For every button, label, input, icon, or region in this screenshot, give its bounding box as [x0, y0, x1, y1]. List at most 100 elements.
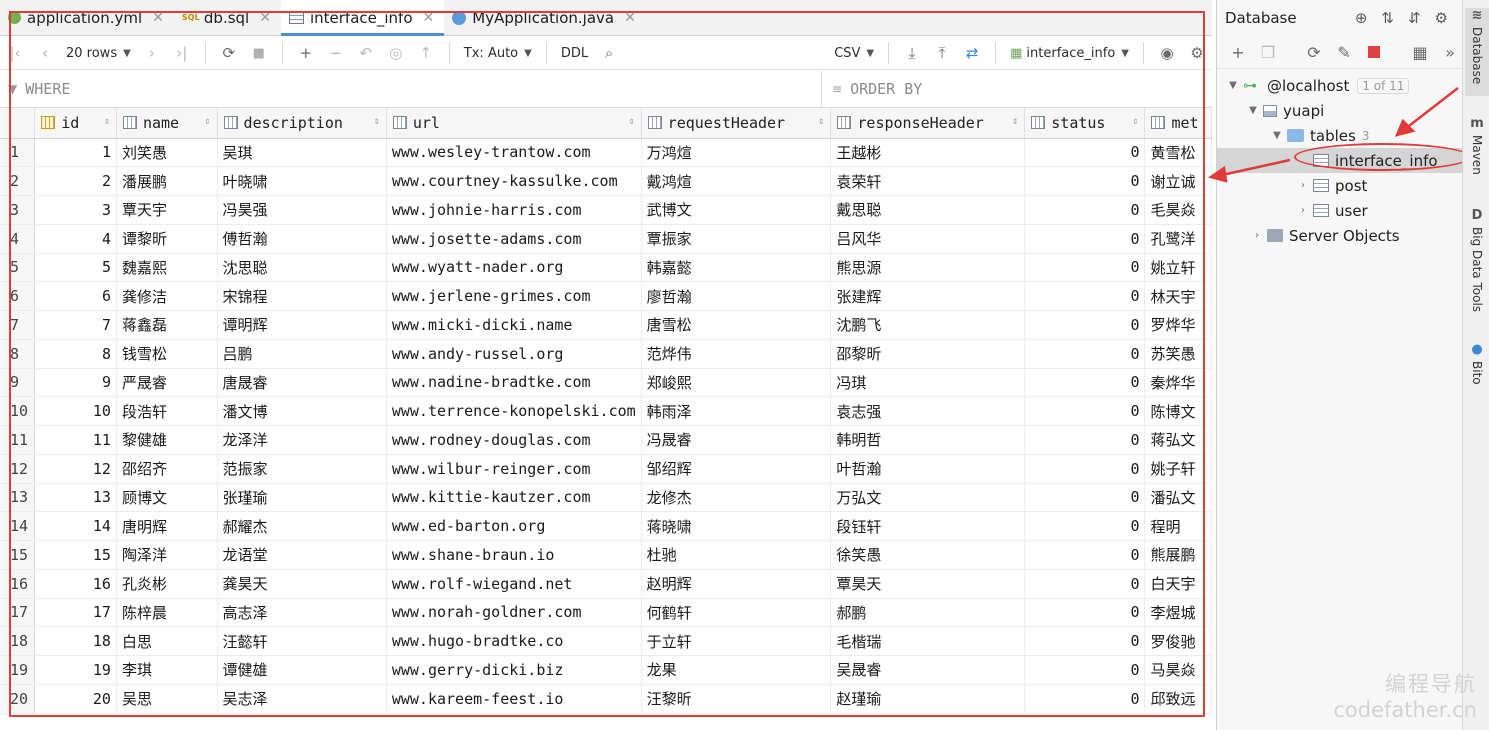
cell-status[interactable]: 0	[1024, 339, 1146, 369]
table-row[interactable]: 5 5 魏嘉熙 沈思聪 www.wyatt-nader.org 韩嘉懿 熊思源 0 姚立轩	[0, 253, 1212, 283]
cell-response-header[interactable]: 邵黎昕	[830, 339, 1026, 369]
cell-description[interactable]: 范振家	[217, 454, 387, 484]
cell-method[interactable]: 邱致远	[1144, 684, 1212, 714]
stop-icon[interactable]: ■	[246, 40, 272, 66]
cell-description[interactable]: 宋锦程	[217, 281, 387, 311]
cell-status[interactable]: 0	[1024, 195, 1146, 225]
stop-icon[interactable]	[1361, 39, 1387, 65]
cell-description[interactable]: 郝耀杰	[217, 511, 387, 541]
tree-node-table-post[interactable]: › post	[1217, 173, 1462, 198]
cell-description[interactable]: 高志泽	[217, 598, 387, 628]
cell-url[interactable]: www.nadine-bradtke.com	[386, 368, 642, 398]
cell-response-header[interactable]: 吕风华	[830, 224, 1026, 254]
cell-name[interactable]: 潘展鹏	[116, 166, 218, 196]
cell-description[interactable]: 潘文博	[217, 396, 387, 426]
sort-icon[interactable]: ⇕	[1012, 116, 1018, 127]
cell-method[interactable]: 姚子轩	[1144, 454, 1212, 484]
cell-status[interactable]: 0	[1024, 396, 1146, 426]
delete-row-icon[interactable]: −	[323, 40, 349, 66]
table-view-icon[interactable]: ▦	[1407, 39, 1433, 65]
gear-icon[interactable]: ⚙	[1184, 40, 1210, 66]
tool-window-maven[interactable]: m Maven	[1465, 116, 1489, 186]
column-header-method[interactable]: met	[1144, 108, 1212, 139]
cell-id[interactable]: 20	[34, 684, 117, 714]
cell-request-header[interactable]: 郑峻熙	[641, 368, 832, 398]
cell-method[interactable]: 陈博文	[1144, 396, 1212, 426]
cell-response-header[interactable]: 毛楷瑞	[830, 626, 1026, 656]
cell-request-header[interactable]: 蒋晓啸	[641, 511, 832, 541]
table-row[interactable]: 3 3 覃天宇 冯昊强 www.johnie-harris.com 武博文 戴思聪 0 毛昊焱	[0, 195, 1212, 225]
last-page-icon[interactable]: ›|	[169, 40, 195, 66]
refresh-icon[interactable]: ⟳	[1301, 39, 1327, 65]
cell-request-header[interactable]: 邹绍辉	[641, 454, 832, 484]
cell-method[interactable]: 罗俊驰	[1144, 626, 1212, 656]
table-row[interactable]: 8 8 钱雪松 吕鹏 www.andy-russel.org 范烨伟 邵黎昕 0 苏笑愚	[0, 339, 1212, 369]
order-by-input[interactable]: ≡ ORDER BY	[822, 71, 1212, 107]
cell-id[interactable]: 14	[34, 511, 117, 541]
add-row-icon[interactable]: +	[293, 40, 319, 66]
cell-url[interactable]: www.josette-adams.com	[386, 224, 642, 254]
cell-url[interactable]: www.gerry-dicki.biz	[386, 655, 642, 685]
target-icon[interactable]: ⊕	[1355, 9, 1368, 27]
cell-response-header[interactable]: 万弘文	[830, 483, 1026, 513]
cell-status[interactable]: 0	[1024, 166, 1146, 196]
cell-status[interactable]: 0	[1024, 138, 1146, 168]
export-format-select[interactable]: CSV ▼	[830, 40, 878, 66]
download-icon[interactable]: ⤓	[899, 40, 925, 66]
table-row[interactable]: 7 7 蒋鑫磊 谭明辉 www.micki-dicki.name 唐雪松 沈鹏飞 0 罗烨华	[0, 310, 1212, 340]
cell-id[interactable]: 2	[34, 166, 117, 196]
cell-url[interactable]: www.kittie-kautzer.com	[386, 483, 642, 513]
tab-interface-info[interactable]: interface_info ✕	[280, 0, 445, 36]
cell-name[interactable]: 龚修洁	[116, 281, 218, 311]
cell-id[interactable]: 1	[34, 138, 117, 168]
chevron-right-icon[interactable]: ›	[1295, 180, 1311, 191]
cell-response-header[interactable]: 韩明哲	[830, 425, 1026, 455]
cell-id[interactable]: 13	[34, 483, 117, 513]
cell-method[interactable]: 程明	[1144, 511, 1212, 541]
cell-response-header[interactable]: 王越彬	[830, 138, 1026, 168]
table-row[interactable]: 15 15 陶泽洋 龙语堂 www.shane-braun.io 杜驰 徐笑愚 0 熊展鹏	[0, 540, 1212, 570]
cell-request-header[interactable]: 万鸿煊	[641, 138, 832, 168]
tree-node-schema[interactable]: ▼ yuapi	[1217, 98, 1462, 123]
cell-description[interactable]: 冯昊强	[217, 195, 387, 225]
cell-url[interactable]: www.rodney-douglas.com	[386, 425, 642, 455]
cell-response-header[interactable]: 郝鹏	[830, 598, 1026, 628]
cell-description[interactable]: 龚昊天	[217, 569, 387, 599]
tree-node-connection[interactable]: ▼ ⊶ @localhost 1 of 11	[1217, 73, 1462, 98]
cell-method[interactable]: 白天宇	[1144, 569, 1212, 599]
close-icon[interactable]: ✕	[423, 10, 435, 26]
where-filter-input[interactable]: ▼ WHERE	[0, 71, 822, 107]
chevron-down-icon[interactable]: ▼	[1225, 80, 1241, 91]
table-row[interactable]: 13 13 顾博文 张瑾瑜 www.kittie-kautzer.com 龙修杰 万弘文 0 潘…	[0, 483, 1212, 513]
page-size-select[interactable]: 20 rows ▼	[62, 40, 135, 66]
cell-url[interactable]: www.hugo-bradtke.co	[386, 626, 642, 656]
cell-method[interactable]: 姚立轩	[1144, 253, 1212, 283]
cell-method[interactable]: 秦烨华	[1144, 368, 1212, 398]
cell-method[interactable]: 孔鹭洋	[1144, 224, 1212, 254]
cell-url[interactable]: www.wesley-trantow.com	[386, 138, 642, 168]
cell-description[interactable]: 沈思聪	[217, 253, 387, 283]
sort-icon[interactable]: ⇕	[374, 116, 380, 127]
chevron-down-icon[interactable]: ▼	[1245, 105, 1261, 116]
collapse-all-icon[interactable]: ⇵	[1408, 9, 1421, 27]
cell-url[interactable]: www.wilbur-reinger.com	[386, 454, 642, 484]
next-page-icon[interactable]: ›	[139, 40, 165, 66]
cell-description[interactable]: 吕鹏	[217, 339, 387, 369]
column-header-requestheader[interactable]: requestHeader ⇕	[641, 108, 832, 139]
table-row[interactable]: 2 2 潘展鹏 叶晓啸 www.courtney-kassulke.com 戴鸿煊 袁荣轩 0…	[0, 166, 1212, 196]
cell-url[interactable]: www.terrence-konopelski.com	[386, 396, 642, 426]
table-row[interactable]: 12 12 邵绍齐 范振家 www.wilbur-reinger.com 邹绍辉 叶哲瀚 0 姚…	[0, 454, 1212, 484]
cell-name[interactable]: 白思	[116, 626, 218, 656]
cell-url[interactable]: www.norah-goldner.com	[386, 598, 642, 628]
cell-request-header[interactable]: 韩雨泽	[641, 396, 832, 426]
cell-response-header[interactable]: 叶哲瀚	[830, 454, 1026, 484]
cell-status[interactable]: 0	[1024, 540, 1146, 570]
cell-request-header[interactable]: 戴鸿煊	[641, 166, 832, 196]
cell-status[interactable]: 0	[1024, 684, 1146, 714]
cell-description[interactable]: 唐晟睿	[217, 368, 387, 398]
sort-icon[interactable]: ⇕	[205, 116, 211, 127]
table-row[interactable]: 11 11 黎健雄 龙泽洋 www.rodney-douglas.com 冯晟睿 韩明哲 0 蒋…	[0, 425, 1212, 455]
cell-name[interactable]: 覃天宇	[116, 195, 218, 225]
cell-status[interactable]: 0	[1024, 368, 1146, 398]
cell-request-header[interactable]: 赵明辉	[641, 569, 832, 599]
